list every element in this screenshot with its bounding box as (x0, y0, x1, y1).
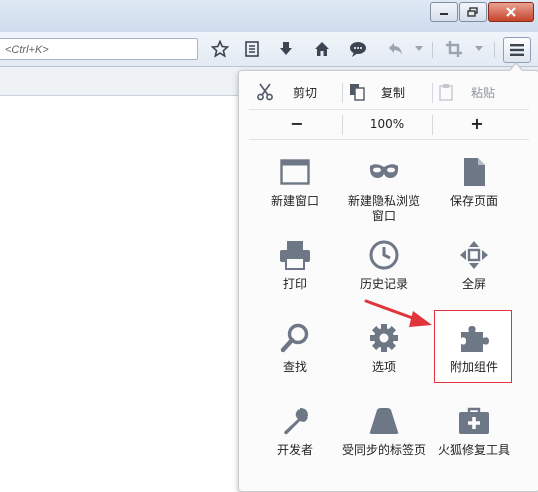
puzzle-addon-icon (461, 326, 489, 352)
window-controls (430, 2, 534, 22)
private-mask-icon (369, 164, 399, 178)
synced-tabs-button[interactable]: 受同步的标签页 (339, 403, 429, 458)
crop-button[interactable] (444, 39, 464, 59)
repair-toolkit-label: 火狐修复工具 (437, 443, 510, 457)
print-button[interactable]: 打印 (250, 237, 340, 292)
edit-divider (342, 83, 343, 103)
printer-icon (280, 241, 310, 270)
undo-icon (389, 43, 402, 55)
synced-tabs-label: 受同步的标签页 (342, 443, 427, 457)
download-button[interactable] (276, 39, 296, 59)
wrench-icon (284, 408, 308, 435)
cut-label: 剪切 (293, 85, 318, 100)
undo-button[interactable] (386, 39, 406, 59)
navigation-toolbar: <Ctrl+K> (0, 32, 538, 67)
reading-list-button[interactable] (242, 39, 262, 59)
reading-list-icon (245, 41, 259, 57)
history-clock-icon (369, 240, 399, 270)
toolbar-divider (432, 42, 433, 58)
search-input[interactable]: <Ctrl+K> (0, 38, 198, 60)
zoom-out-button[interactable]: − (253, 111, 341, 137)
star-icon (211, 40, 229, 58)
minimize-button[interactable] (430, 2, 458, 22)
save-page-icon (464, 158, 485, 186)
open-menu-button[interactable] (503, 37, 531, 63)
zoom-divider (432, 115, 433, 135)
zoom-reset-button[interactable]: 100% (343, 111, 431, 137)
new-window-label: 新建窗口 (270, 194, 319, 208)
restore-icon (467, 7, 478, 17)
fullscreen-button[interactable]: 全屏 (429, 237, 519, 292)
addons-label: 附加组件 (449, 360, 498, 374)
hamburger-menu-icon (510, 44, 524, 56)
options-label: 选项 (371, 360, 396, 374)
fullscreen-label: 全屏 (461, 277, 486, 291)
paste-label: 粘贴 (471, 85, 496, 100)
separator (249, 139, 529, 140)
gear-icon (370, 324, 398, 352)
history-label: 历史记录 (359, 277, 408, 291)
private-window-button[interactable]: 新建隐私浏览窗口 (339, 154, 429, 224)
repair-toolkit-icon (459, 407, 489, 434)
save-page-label: 保存页面 (449, 194, 498, 208)
bookmark-button[interactable] (210, 39, 230, 59)
edit-controls: 剪切 复制 粘贴 (239, 79, 538, 105)
close-icon (506, 7, 516, 17)
search-placeholder: <Ctrl+K> (5, 44, 49, 56)
download-icon (280, 42, 292, 55)
developer-label: 开发者 (276, 443, 313, 457)
clipboard-icon (439, 84, 453, 101)
repair-toolkit-button[interactable]: 火狐修复工具 (429, 403, 519, 458)
fullscreen-icon (460, 241, 488, 269)
find-label: 查找 (282, 360, 307, 374)
developer-button[interactable]: 开发者 (250, 403, 340, 458)
print-label: 打印 (282, 277, 307, 291)
zoom-in-button[interactable]: + (433, 111, 521, 137)
copy-icon (350, 84, 365, 101)
toolbar-divider (494, 42, 495, 58)
private-window-label: 新建隐私浏览窗口 (347, 194, 420, 223)
chat-icon (350, 42, 366, 57)
crop-icon (446, 41, 462, 57)
zoom-controls: − 100% + (239, 111, 538, 137)
cut-button[interactable]: 剪切 (257, 79, 337, 105)
options-button[interactable]: 选项 (339, 320, 429, 375)
magnifier-icon (280, 323, 309, 353)
home-icon (315, 42, 329, 56)
history-button[interactable]: 历史记录 (339, 237, 429, 292)
new-window-icon (280, 159, 310, 185)
panel-arrow-inner (509, 64, 523, 72)
paste-button[interactable]: 粘贴 (439, 79, 519, 105)
chat-button[interactable] (348, 39, 368, 59)
synced-tabs-icon (369, 408, 399, 434)
dropdown-icon (475, 46, 483, 51)
home-button[interactable] (312, 39, 332, 59)
undo-dropdown-button[interactable] (412, 39, 426, 59)
addons-button[interactable]: 附加组件 (429, 320, 519, 375)
scissors-icon (257, 83, 273, 101)
copy-button[interactable]: 复制 (349, 79, 429, 105)
title-bar (0, 0, 538, 32)
close-button[interactable] (488, 2, 534, 22)
zoom-divider (342, 115, 343, 135)
new-window-button[interactable]: 新建窗口 (250, 154, 340, 209)
dropdown-icon (415, 46, 423, 51)
separator (249, 109, 529, 110)
restore-button[interactable] (459, 2, 487, 22)
edit-divider (432, 83, 433, 103)
save-page-button[interactable]: 保存页面 (429, 154, 519, 209)
minimize-icon (440, 13, 448, 15)
copy-label: 复制 (381, 85, 406, 100)
find-button[interactable]: 查找 (250, 320, 340, 375)
crop-dropdown-button[interactable] (472, 39, 486, 59)
